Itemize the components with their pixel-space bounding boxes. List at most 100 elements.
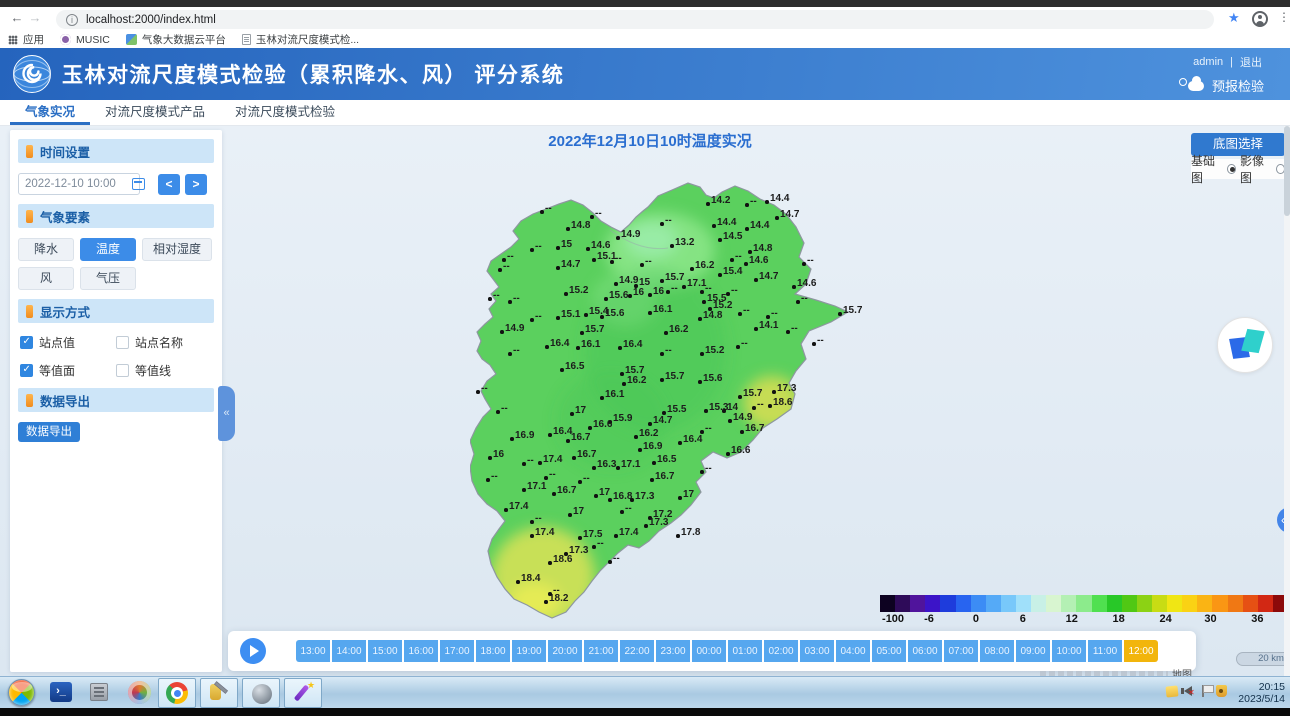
timeline-cell[interactable]: 14:00 (332, 640, 366, 662)
display-option[interactable]: 等值面 (20, 362, 116, 379)
datetime-input[interactable] (18, 173, 140, 195)
basemap-option-label: 影像图 (1240, 152, 1270, 186)
next-time-button[interactable]: > (185, 174, 207, 195)
display-options: 站点值站点名称等值面等值线 (20, 334, 212, 379)
apps-grid-icon (8, 35, 18, 45)
gear-icon (60, 34, 71, 45)
timeline-cell[interactable]: 07:00 (944, 640, 978, 662)
timeline-cell[interactable]: 22:00 (620, 640, 654, 662)
bookmark-item[interactable]: MUSIC (60, 33, 110, 47)
back-icon[interactable]: ← (8, 10, 26, 25)
section-elements-title: 气象要素 (40, 207, 90, 226)
legend-color-segment (1243, 595, 1258, 612)
timeline-cell[interactable]: 11:00 (1088, 640, 1122, 662)
timeline-cell[interactable]: 23:00 (656, 640, 690, 662)
nav-tab[interactable]: 对流尺度模式检验 (220, 100, 350, 125)
sidebar-collapse-icon[interactable]: « (218, 386, 235, 441)
bookmark-star-icon[interactable]: ★ (1228, 10, 1240, 26)
chrome-taskbar-slot[interactable] (158, 678, 196, 708)
yulin-map[interactable] (470, 175, 870, 625)
element-button[interactable]: 降水 (18, 238, 74, 261)
volume-muted-icon[interactable] (1184, 686, 1192, 696)
timeline-cell[interactable]: 05:00 (872, 640, 906, 662)
timeline-cell[interactable]: 20:00 (548, 640, 582, 662)
pen-taskbar-slot[interactable]: ★ (284, 678, 322, 708)
image-icon (126, 34, 137, 45)
timeline-cell[interactable]: 02:00 (764, 640, 798, 662)
mode-label[interactable]: 预报检验 (1212, 76, 1264, 95)
element-button[interactable]: 相对湿度 (142, 238, 212, 261)
browser-menu-icon[interactable]: ⋮ (1278, 10, 1290, 24)
security-tray-icon[interactable] (1216, 685, 1227, 697)
bookmark-item[interactable]: 玉林对流尺度模式检... (242, 33, 359, 47)
timeline-cell[interactable]: 19:00 (512, 640, 546, 662)
checkbox-icon[interactable] (116, 336, 129, 349)
sidebar-panel: 时间设置 < > 气象要素 降水温度相对湿度风气压 显示方式 站点值站点名称等值… (10, 130, 222, 672)
timeline-cell[interactable]: 15:00 (368, 640, 402, 662)
timeline-cell[interactable]: 13:00 (296, 640, 330, 662)
tools-taskbar-slot[interactable] (200, 678, 238, 708)
nav-tab[interactable]: 气象实况 (10, 100, 90, 125)
legend-colorbar (880, 595, 1288, 612)
site-info-icon[interactable]: i (66, 14, 78, 26)
page-scrollbar[interactable] (1284, 126, 1290, 676)
taskbar-clock[interactable]: 20:15 2023/5/14 (1238, 681, 1285, 705)
legend-color-segment (1182, 595, 1197, 612)
start-button-icon[interactable] (8, 679, 35, 706)
forward-icon[interactable]: → (26, 10, 44, 25)
timeline-cell[interactable]: 17:00 (440, 640, 474, 662)
map-brand-icon[interactable] (1217, 317, 1273, 373)
app-title: 玉林对流尺度模式检验（累积降水、风） 评分系统 (62, 59, 564, 89)
prev-time-button[interactable]: < (158, 174, 180, 195)
export-data-button[interactable]: 数据导出 (18, 422, 80, 442)
timeline-cell[interactable]: 16:00 (404, 640, 438, 662)
checkbox-icon[interactable] (116, 364, 129, 377)
legend-tick-label: -6 (924, 613, 934, 625)
timeline-cell[interactable]: 12:00 (1124, 640, 1158, 662)
timeline-cell[interactable]: 18:00 (476, 640, 510, 662)
tray-app-icon[interactable] (1165, 685, 1178, 697)
scrollbar-thumb[interactable] (1284, 126, 1290, 216)
timeline-cell[interactable]: 04:00 (836, 640, 870, 662)
section-display-title: 显示方式 (40, 302, 90, 321)
element-button[interactable]: 温度 (80, 238, 136, 261)
basemap-option-label: 基础图 (1191, 152, 1221, 186)
timeline-cell[interactable]: 21:00 (584, 640, 618, 662)
checkbox-icon[interactable] (20, 364, 33, 377)
browser-swirl-icon[interactable] (128, 681, 151, 704)
basemap-option[interactable]: 基础图 (1191, 152, 1236, 186)
display-option[interactable]: 站点名称 (116, 334, 212, 351)
globe-taskbar-slot[interactable] (242, 678, 280, 708)
address-bar[interactable]: i localhost:2000/index.html (56, 10, 1214, 29)
play-button[interactable] (240, 638, 266, 664)
logout-link[interactable]: 退出 (1240, 54, 1262, 70)
profile-avatar-icon[interactable] (1252, 11, 1268, 27)
element-button[interactable]: 气压 (80, 267, 136, 290)
basemap-option[interactable]: 影像图 (1240, 152, 1285, 186)
timeline-cell[interactable]: 06:00 (908, 640, 942, 662)
legend-tick-label: 0 (973, 613, 979, 625)
timeline-cell[interactable]: 03:00 (800, 640, 834, 662)
calendar-icon[interactable] (132, 178, 145, 190)
checkbox-icon[interactable] (20, 336, 33, 349)
powershell-icon[interactable]: ›_ (50, 682, 72, 702)
element-buttons: 降水温度相对湿度风气压 (18, 238, 214, 290)
timeline-cell[interactable]: 09:00 (1016, 640, 1050, 662)
display-option[interactable]: 站点值 (20, 334, 116, 351)
timeline-cell[interactable]: 10:00 (1052, 640, 1086, 662)
system-tool-icon[interactable] (90, 683, 108, 701)
nav-tab[interactable]: 对流尺度模式产品 (90, 100, 220, 125)
timeline-cells: 13:0014:0015:0016:0017:0018:0019:0020:00… (296, 640, 1158, 662)
weather-cloud-icon (1179, 78, 1205, 93)
bookmark-item[interactable]: 应用 (8, 33, 44, 47)
timeline-cell[interactable]: 01:00 (728, 640, 762, 662)
action-center-flag-icon[interactable] (1202, 685, 1204, 697)
timeline-cell[interactable]: 00:00 (692, 640, 726, 662)
radio-icon[interactable] (1227, 164, 1236, 174)
element-button[interactable]: 风 (18, 267, 74, 290)
display-option[interactable]: 等值线 (116, 362, 212, 379)
bookmark-item[interactable]: 气象大数据云平台 (126, 33, 226, 47)
legend-color-segment (1137, 595, 1152, 612)
timeline-cell[interactable]: 08:00 (980, 640, 1014, 662)
window-titlebar (0, 0, 1290, 7)
